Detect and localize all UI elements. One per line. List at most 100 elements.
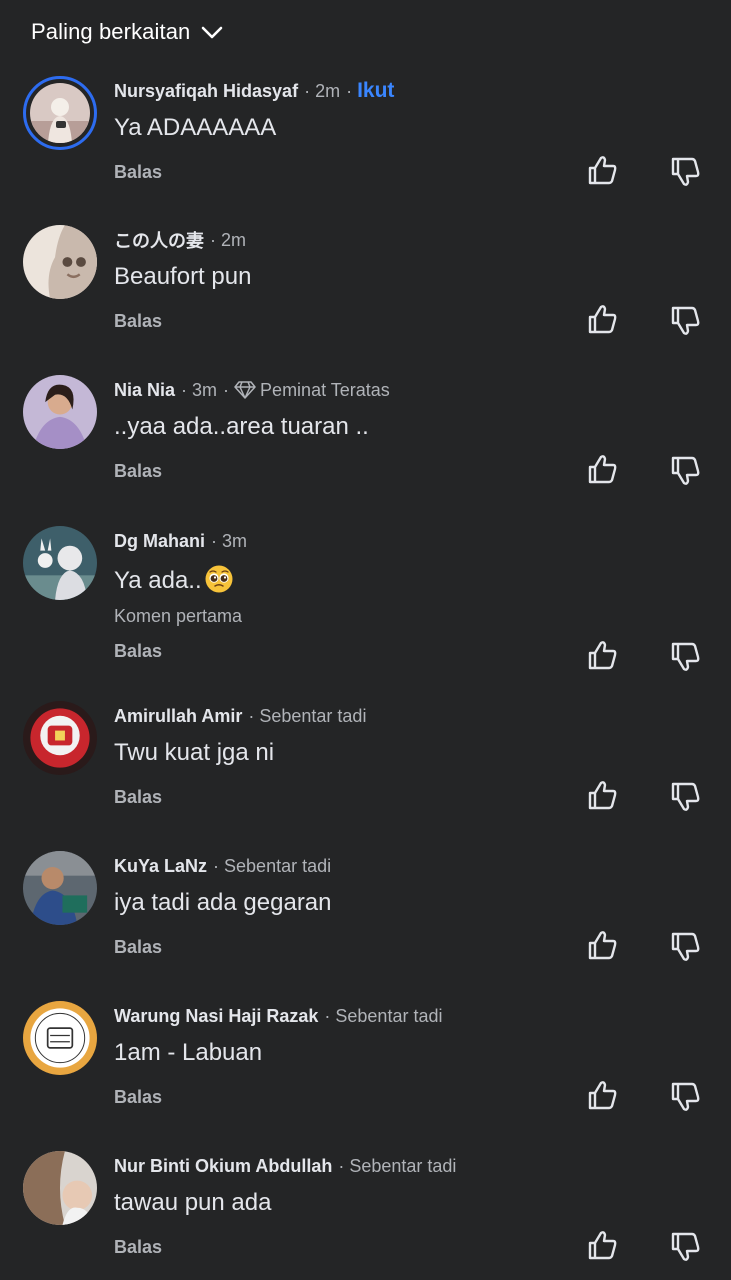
avatar[interactable] — [23, 76, 97, 150]
avatar[interactable] — [23, 1151, 97, 1225]
reply-button[interactable]: Balas — [114, 311, 162, 332]
comment-time: 3m — [222, 530, 248, 551]
thumbs-down-icon — [671, 1232, 700, 1261]
reply-button[interactable]: Balas — [114, 461, 162, 482]
avatar[interactable] — [23, 375, 97, 449]
avatar[interactable] — [23, 526, 97, 600]
comment-time: Sebentar tadi — [335, 1005, 443, 1026]
author-name[interactable]: KuYa LaNz — [114, 856, 207, 877]
comment-time: Sebentar tadi — [259, 705, 367, 726]
like-button[interactable] — [584, 153, 620, 189]
like-button[interactable] — [584, 1228, 620, 1264]
comment-text: iya tadi ada gegaran — [114, 889, 332, 916]
thumbs-down-icon — [671, 642, 700, 671]
author-name[interactable]: Dg Mahani — [114, 531, 205, 552]
first-comment-label: Komen pertama — [114, 606, 243, 626]
comment-text: ..yaa ada..area tuaran .. — [114, 413, 369, 440]
comment-item: Nursyafiqah Hidasyaf · 2m · Ikut Ya ADAA… — [0, 76, 731, 226]
comment-time: 3m — [192, 379, 218, 400]
reply-button[interactable]: Balas — [114, 787, 162, 808]
author-name[interactable]: Nursyafiqah Hidasyaf — [114, 81, 298, 102]
thumbs-down-icon — [671, 456, 700, 485]
chevron-down-icon — [200, 20, 224, 44]
separator: · — [210, 229, 216, 250]
thumbs-down-icon — [671, 306, 700, 335]
avatar[interactable] — [23, 1001, 97, 1075]
thumbs-down-icon — [671, 782, 700, 811]
thumbs-down-icon — [671, 932, 700, 961]
separator: · — [211, 530, 218, 551]
comment-item: Amirullah Amir · Sebentar tadi Twu kuat … — [0, 701, 731, 851]
follow-button[interactable]: Ikut — [357, 79, 394, 103]
reply-button[interactable]: Balas — [114, 1087, 162, 1108]
reply-button[interactable]: Balas — [114, 1237, 162, 1258]
comment-text: 1am - Labuan — [114, 1039, 263, 1066]
comment-time: 2m — [315, 80, 341, 101]
dislike-button[interactable] — [667, 778, 703, 814]
top-fan-badge: Peminat Teratas — [234, 380, 390, 401]
comment-text: Beaufort pun — [114, 263, 252, 290]
comment-item: Nia Nia · 3m · Peminat Teratas ..yaa ada… — [0, 375, 731, 525]
avatar[interactable] — [23, 225, 97, 299]
dislike-button[interactable] — [667, 928, 703, 964]
diamond-icon — [234, 381, 256, 399]
author-name[interactable]: この人の妻 — [114, 227, 204, 253]
thumbs-up-icon — [588, 305, 617, 334]
comment-meta: Nia Nia · 3m · Peminat Teratas — [114, 377, 390, 403]
comment-text: Ya ada.. — [114, 564, 234, 595]
separator: · — [338, 1155, 345, 1176]
dislike-button[interactable] — [667, 452, 703, 488]
thumbs-up-icon — [588, 1231, 617, 1260]
comment-item: Nur Binti Okium Abdullah · Sebentar tadi… — [0, 1151, 731, 1280]
sort-label: Paling berkaitan — [31, 19, 191, 44]
like-button[interactable] — [584, 452, 620, 488]
comment-meta: KuYa LaNz · Sebentar tadi — [114, 853, 331, 879]
thumbs-up-icon — [588, 1081, 617, 1110]
comment-time: Sebentar tadi — [224, 855, 332, 876]
comment-text: Twu kuat jga ni — [114, 739, 275, 766]
like-button[interactable] — [584, 302, 620, 338]
author-name[interactable]: Amirullah Amir — [114, 706, 242, 727]
comment-text: Ya ADAAAAAA — [114, 114, 277, 141]
thumbs-up-icon — [588, 641, 617, 670]
reply-button[interactable]: Balas — [114, 641, 162, 662]
thumbs-down-icon — [671, 157, 700, 186]
pleading-face-emoji — [204, 564, 234, 594]
sort-dropdown[interactable]: Paling berkaitan — [31, 16, 224, 48]
dislike-button[interactable] — [667, 638, 703, 674]
comment-meta: Amirullah Amir · Sebentar tadi — [114, 703, 366, 729]
separator: · — [304, 80, 311, 101]
author-name[interactable]: Nia Nia — [114, 380, 175, 401]
dislike-button[interactable] — [667, 153, 703, 189]
separator: · — [346, 80, 353, 101]
avatar[interactable] — [23, 851, 97, 925]
separator: · — [324, 1005, 331, 1026]
dislike-button[interactable] — [667, 302, 703, 338]
badge-label: Peminat Teratas — [260, 379, 390, 400]
comment-time: 2m — [221, 229, 247, 250]
reply-button[interactable]: Balas — [114, 937, 162, 958]
comment-meta: Nur Binti Okium Abdullah · Sebentar tadi — [114, 1153, 456, 1179]
like-button[interactable] — [584, 1078, 620, 1114]
comment-meta: この人の妻 · 2m — [114, 227, 246, 253]
dislike-button[interactable] — [667, 1078, 703, 1114]
comment-item: Warung Nasi Haji Razak · Sebentar tadi 1… — [0, 1001, 731, 1151]
author-name[interactable]: Nur Binti Okium Abdullah — [114, 1156, 332, 1177]
thumbs-down-icon — [671, 1082, 700, 1111]
thumbs-up-icon — [588, 156, 617, 185]
comment-time: Sebentar tadi — [349, 1155, 457, 1176]
separator: · — [213, 855, 220, 876]
comment-meta: Nursyafiqah Hidasyaf · 2m · Ikut — [114, 78, 394, 104]
like-button[interactable] — [584, 928, 620, 964]
reply-button[interactable]: Balas — [114, 162, 162, 183]
author-name[interactable]: Warung Nasi Haji Razak — [114, 1006, 318, 1027]
like-button[interactable] — [584, 778, 620, 814]
comment-text: tawau pun ada — [114, 1189, 272, 1216]
like-button[interactable] — [584, 638, 620, 674]
dislike-button[interactable] — [667, 1228, 703, 1264]
comment-meta: Warung Nasi Haji Razak · Sebentar tadi — [114, 1003, 442, 1029]
comment-meta: Dg Mahani · 3m — [114, 528, 247, 554]
separator: · — [223, 379, 230, 400]
thumbs-up-icon — [588, 781, 617, 810]
avatar[interactable] — [23, 701, 97, 775]
